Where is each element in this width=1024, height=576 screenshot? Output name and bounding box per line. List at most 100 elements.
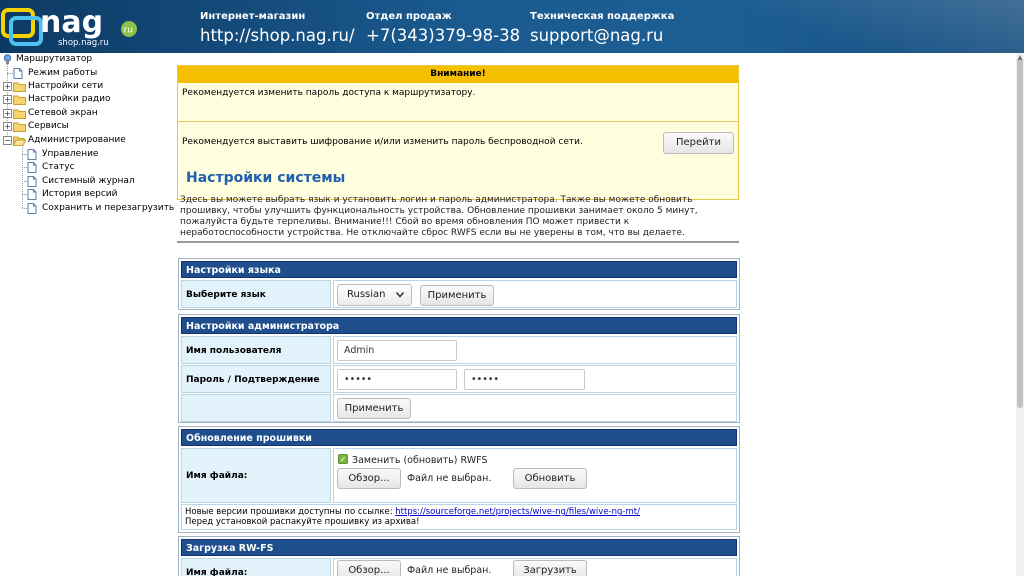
- firmware-file-label: Имя файла:: [181, 448, 331, 503]
- tree-item-services[interactable]: Сервисы: [13, 120, 163, 133]
- language-select[interactable]: Russian: [337, 284, 412, 306]
- language-value-cell: Russian Применить: [333, 280, 737, 308]
- tree-item-syslog[interactable]: Системный журнал: [27, 175, 163, 188]
- title-divider: [177, 241, 739, 243]
- firmware-note-unpack: Перед установкой распакуйте прошивку из …: [185, 517, 420, 527]
- folder-icon: [13, 82, 26, 92]
- language-apply-button[interactable]: Применить: [420, 285, 494, 306]
- tree-item-radio[interactable]: Настройки радио: [13, 93, 163, 106]
- username-cell: Admin: [333, 336, 737, 364]
- rwfs-label: Заменить (обновить) RWFS: [352, 455, 488, 466]
- warning-separator: [178, 121, 738, 122]
- rwfs-upload-button[interactable]: Загрузить: [513, 560, 587, 576]
- firmware-update-button[interactable]: Обновить: [513, 468, 587, 489]
- go-button[interactable]: Перейти: [663, 132, 734, 154]
- scroll-up-arrow-icon[interactable]: ▲: [1017, 55, 1023, 61]
- password-input[interactable]: •••••: [337, 369, 457, 390]
- folder-open-icon: [13, 136, 26, 146]
- firmware-section-header: Обновление прошивки: [181, 429, 737, 446]
- warning-title: Внимание!: [178, 66, 738, 83]
- language-selected: Russian: [347, 289, 386, 300]
- expand-plus-icon[interactable]: +: [3, 95, 12, 104]
- firmware-note: Новые версии прошивки доступны по ссылке…: [181, 504, 737, 530]
- firmware-browse-button[interactable]: Обзор...: [337, 468, 401, 489]
- tree-item-label: Режим работы: [28, 68, 98, 78]
- admin-section-header: Настройки администратора: [181, 317, 737, 334]
- password-label: Пароль / Подтверждение: [181, 365, 331, 393]
- expand-plus-icon[interactable]: +: [3, 109, 12, 118]
- tree-item-management[interactable]: Управление: [27, 148, 163, 161]
- firmware-section: Обновление прошивки Имя файла: ✓ Заменит…: [178, 426, 740, 533]
- nag-logo-icon[interactable]: nag ru shop.nag.ru: [0, 4, 150, 48]
- header-support-email[interactable]: support@nag.ru: [530, 26, 674, 46]
- navigation-tree: Маршрутизатор Режим работы + Настройки с…: [0, 53, 174, 576]
- rwfs-section: Загрузка RW-FS Имя файла: Обзор... Файл …: [178, 536, 740, 576]
- admin-section: Настройки администратора Имя пользовател…: [178, 314, 740, 423]
- admin-apply-button[interactable]: Применить: [337, 398, 411, 419]
- tree-item-firewall[interactable]: Сетевой экран: [13, 107, 163, 120]
- admin-empty-label: [181, 394, 331, 422]
- header-decoration: [664, 0, 1024, 53]
- tree-item-label: Сетевой экран: [28, 108, 98, 118]
- tree-item-status[interactable]: Статус: [27, 161, 163, 174]
- tree-root[interactable]: Маршрутизатор: [2, 53, 162, 66]
- header-sales: Отдел продаж +7(343)379-98-38: [366, 10, 520, 46]
- expand-plus-icon[interactable]: +: [3, 122, 12, 131]
- rwfs-no-file: Файл не выбран.: [407, 565, 492, 576]
- tree-item-label: Сервисы: [28, 121, 69, 131]
- header-shop: Интернет-магазин http://shop.nag.ru/: [200, 10, 355, 46]
- page-icon: [27, 149, 37, 160]
- tree-item-label: Управление: [42, 149, 99, 159]
- header-shop-url[interactable]: http://shop.nag.ru/: [200, 26, 355, 46]
- page-description: Здесь вы можете выбрать язык и установит…: [180, 195, 698, 238]
- page-icon: [13, 68, 23, 79]
- tree-item-label: Настройки сети: [28, 81, 104, 91]
- header-banner: nag ru shop.nag.ru Интернет-магазин http…: [0, 0, 1024, 53]
- header-shop-title: Интернет-магазин: [200, 11, 306, 22]
- tree-item-label: Статус: [42, 162, 75, 172]
- tree-item-admin[interactable]: Администрирование: [13, 134, 163, 147]
- rwfs-file-cell: Обзор... Файл не выбран. Загрузить: [333, 558, 737, 576]
- password-confirm-input[interactable]: •••••: [464, 369, 585, 390]
- header-sales-phone: +7(343)379-98-38: [366, 26, 521, 45]
- tree-item-label: Системный журнал: [42, 176, 135, 186]
- logo-ru: ru: [124, 26, 133, 36]
- page-icon: [27, 162, 37, 173]
- language-section-header: Настройки языка: [181, 261, 737, 278]
- firmware-file-cell: ✓ Заменить (обновить) RWFS Обзор... Файл…: [333, 448, 737, 503]
- rwfs-checkbox[interactable]: ✓: [338, 454, 348, 464]
- router-icon: [3, 54, 12, 64]
- tree-item-label: Сохранить и перезагрузить: [42, 203, 175, 213]
- header-sales-title: Отдел продаж: [366, 11, 452, 22]
- tree-root-label: Маршрутизатор: [16, 54, 93, 64]
- tree-item-label: Настройки радио: [28, 94, 111, 104]
- tree-item-mode[interactable]: Режим работы: [13, 67, 163, 80]
- language-label: Выберите язык: [181, 280, 331, 308]
- collapse-minus-icon[interactable]: −: [3, 136, 12, 145]
- page-title: Настройки системы: [186, 170, 346, 186]
- header-support-title: Техническая поддержка: [530, 11, 675, 22]
- tree-item-save-reboot[interactable]: Сохранить и перезагрузить: [27, 202, 174, 215]
- scrollbar-thumb[interactable]: [1017, 58, 1023, 408]
- language-section: Настройки языка Выберите язык Russian Пр…: [178, 258, 740, 310]
- tree-item-label: История версий: [42, 189, 118, 199]
- page-icon: [27, 189, 37, 200]
- tree-item-network[interactable]: Настройки сети: [13, 80, 163, 93]
- expand-plus-icon[interactable]: +: [3, 82, 12, 91]
- rwfs-section-header: Загрузка RW-FS: [181, 539, 737, 556]
- username-label: Имя пользователя: [181, 336, 331, 364]
- folder-icon: [13, 122, 26, 132]
- rwfs-file-label: Имя файла:: [181, 558, 331, 576]
- firmware-no-file: Файл не выбран.: [407, 473, 492, 484]
- admin-apply-cell: Применить: [333, 394, 737, 422]
- chevron-down-icon: [396, 292, 404, 298]
- firmware-note-prefix: Новые версии прошивки доступны по ссылке…: [185, 507, 393, 517]
- tree-item-history[interactable]: История версий: [27, 188, 163, 201]
- header-support: Техническая поддержка support@nag.ru: [530, 10, 674, 46]
- username-input[interactable]: Admin: [337, 340, 457, 361]
- rwfs-browse-button[interactable]: Обзор...: [337, 560, 401, 576]
- firmware-download-link[interactable]: https://sourceforge.net/projects/wive-ng…: [395, 507, 640, 517]
- tree-line: [22, 147, 23, 208]
- folder-icon: [13, 109, 26, 119]
- logo-subtitle: shop.nag.ru: [58, 38, 109, 48]
